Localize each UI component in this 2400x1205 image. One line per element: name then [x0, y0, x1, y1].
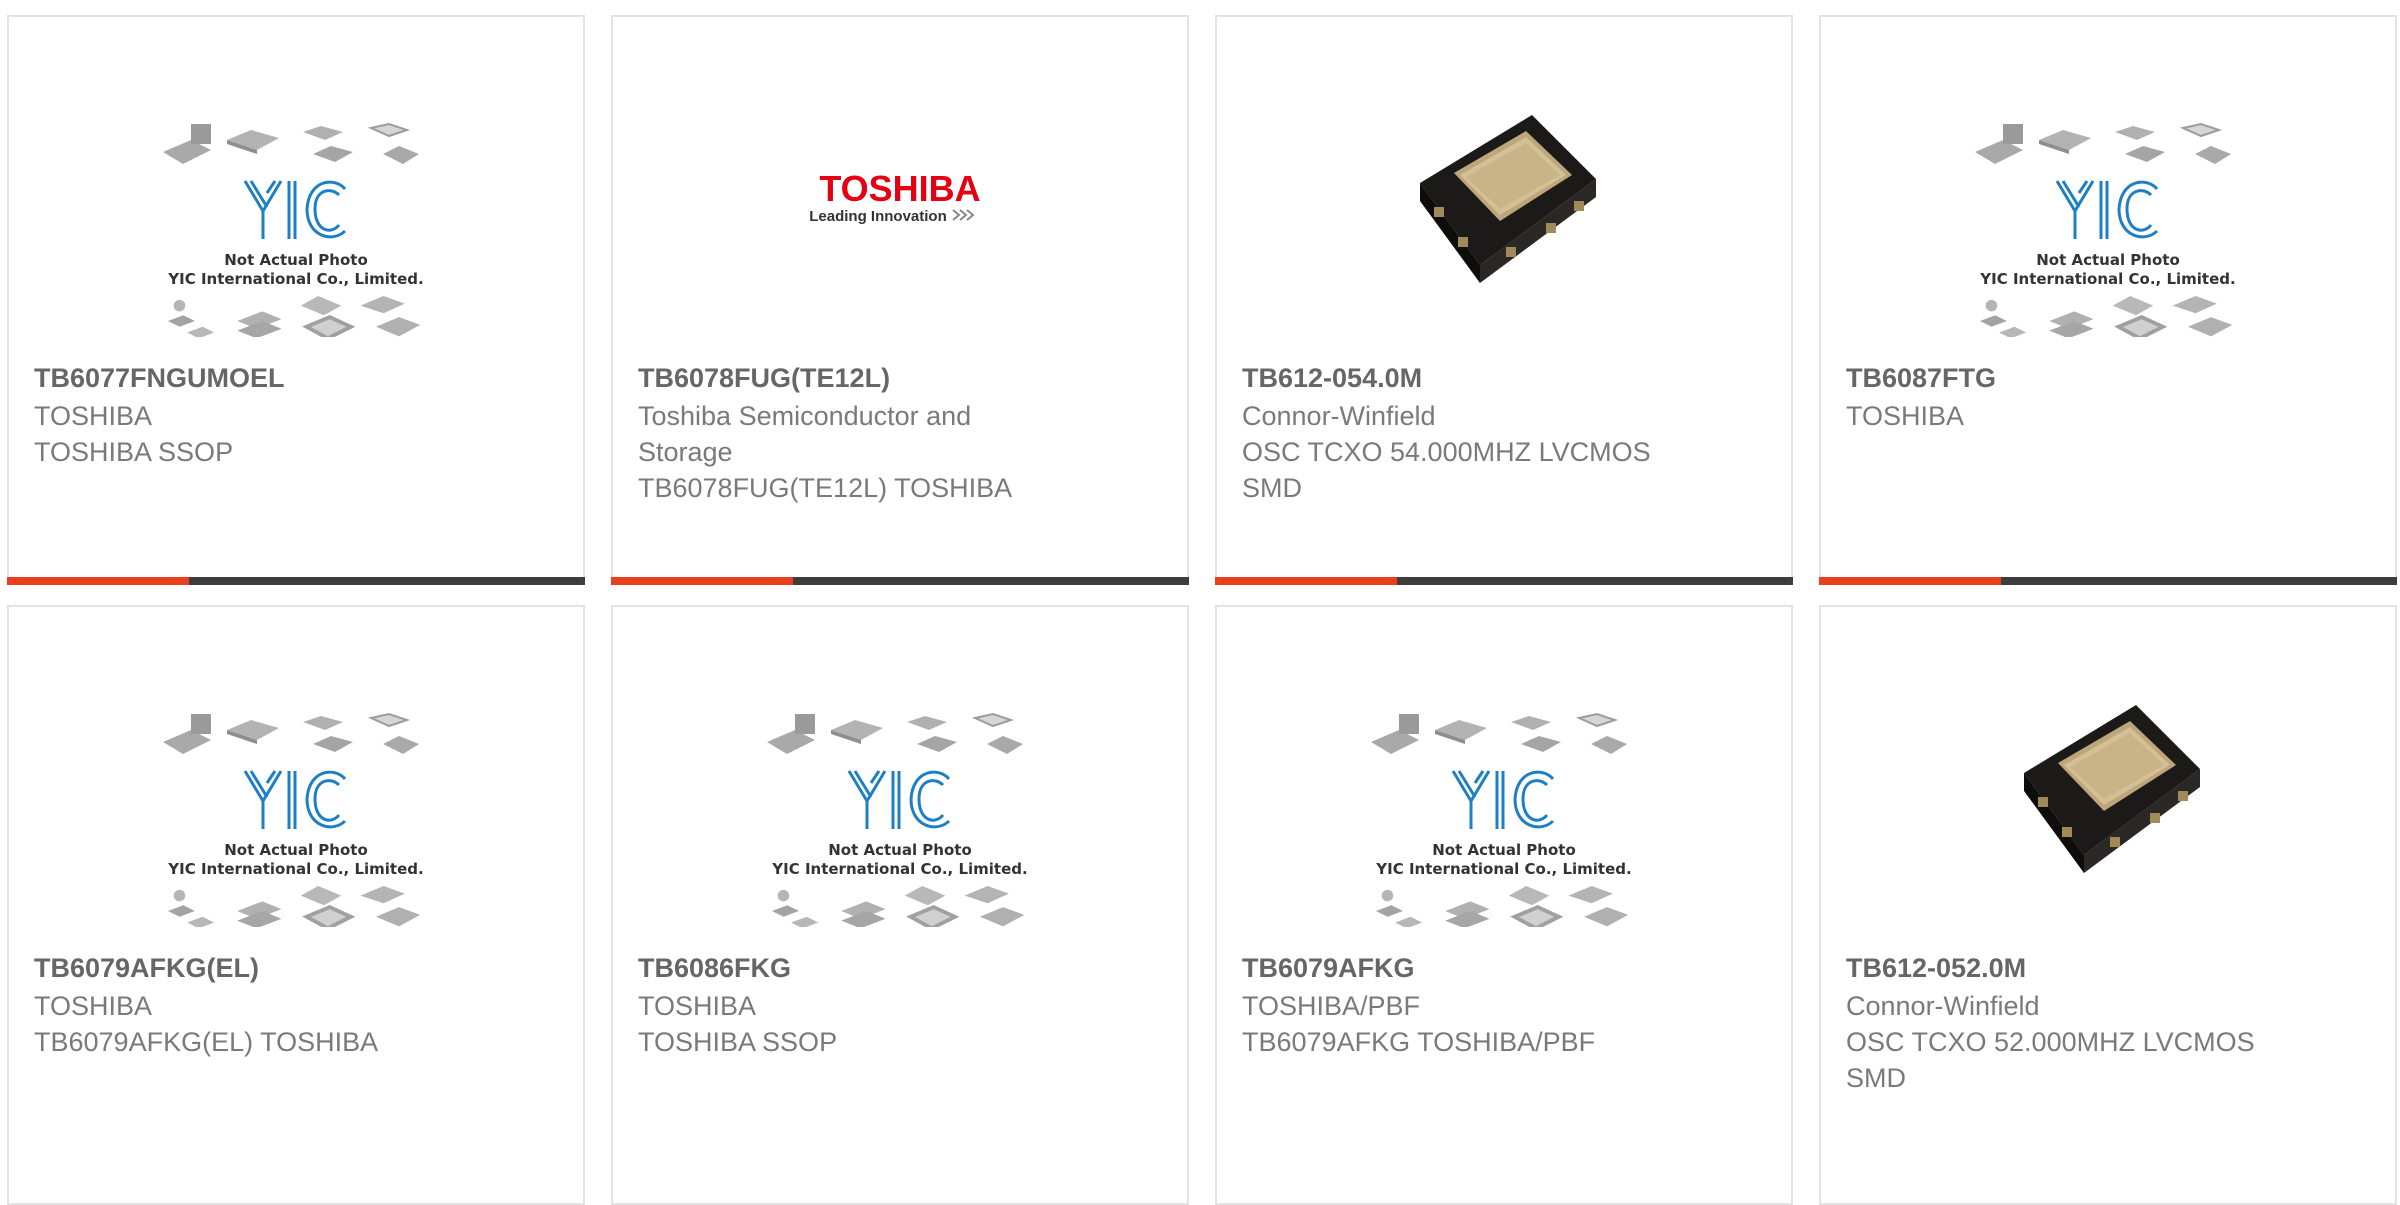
product-info: TB6079AFKG TOSHIBA/PBF TB6079AFKG TOSHIB… [1242, 950, 1771, 1060]
placeholder-line-1: Not Actual Photo [828, 841, 972, 859]
description: TOSHIBA SSOP [638, 1027, 838, 1057]
placeholder-line-2: YIC International Co., Limited. [771, 860, 1027, 878]
manufacturer: Connor-Winfield [1846, 991, 2040, 1021]
product-info: TB6077FNGUMOEL TOSHIBA TOSHIBA SSOP [34, 360, 563, 470]
product-image[interactable]: Not Actual Photo YIC International Co., … [1217, 687, 1791, 967]
placeholder-line-2: YIC International Co., Limited. [1979, 270, 2235, 288]
placeholder-line-1: Not Actual Photo [1432, 841, 1576, 859]
card-bottom-bar [1819, 577, 2397, 585]
product-image[interactable] [1821, 687, 2395, 967]
oscillator-photo [1420, 115, 1596, 283]
product-info: TB6078FUG(TE12L) Toshiba Semiconductor a… [638, 360, 1167, 506]
placeholder-line-2: YIC International Co., Limited. [167, 270, 423, 288]
manufacturer: Connor-Winfield [1242, 401, 1436, 431]
part-number-link[interactable]: TB6079AFKG(EL) [34, 950, 563, 986]
placeholder-line-2: YIC International Co., Limited. [1375, 860, 1631, 878]
product-grid: Not Actual Photo YIC International Co., … [0, 0, 2400, 1205]
product-info: TB612-054.0M Connor-Winfield OSC TCXO 54… [1242, 360, 1771, 506]
placeholder-line-2: YIC International Co., Limited. [167, 860, 423, 878]
product-info: TB6086FKG TOSHIBA TOSHIBA SSOP [638, 950, 1167, 1060]
yic-placeholder-image: Not Actual Photo YIC International Co., … [766, 713, 1028, 927]
yic-placeholder-image: Not Actual Photo YIC International Co., … [1370, 713, 1632, 927]
card-bottom-bar [7, 577, 585, 585]
card-bar-accent [611, 577, 794, 585]
toshiba-tagline: Leading Innovation [809, 208, 947, 225]
product-image[interactable]: Not Actual Photo YIC International Co., … [613, 687, 1187, 967]
manufacturer: TOSHIBA [1846, 401, 1965, 431]
part-number-link[interactable]: TB6086FKG [638, 950, 1167, 986]
part-number-link[interactable]: TB6078FUG(TE12L) [638, 360, 1167, 396]
product-card[interactable]: Not Actual Photo YIC International Co., … [7, 605, 585, 1205]
product-image[interactable]: Not Actual Photo YIC International Co., … [9, 97, 583, 377]
product-info: TB612-052.0M Connor-Winfield OSC TCXO 52… [1846, 950, 2375, 1096]
product-info: TB6079AFKG(EL) TOSHIBA TB6079AFKG(EL) TO… [34, 950, 563, 1060]
toshiba-logo-image: TOSHIBA Leading Innovation [809, 168, 980, 225]
placeholder-line-1: Not Actual Photo [224, 251, 368, 269]
toshiba-brand: TOSHIBA [819, 168, 980, 209]
product-card[interactable]: Not Actual Photo YIC International Co., … [7, 15, 585, 585]
manufacturer: TOSHIBA [638, 991, 757, 1021]
card-bottom-bar [1215, 577, 1793, 585]
oscillator-photo [2024, 705, 2200, 873]
product-info: TB6087FTG TOSHIBA [1846, 360, 2375, 434]
part-number-link[interactable]: TB612-054.0M [1242, 360, 1771, 396]
product-card[interactable]: Not Actual Photo YIC International Co., … [1215, 605, 1793, 1205]
manufacturer: Toshiba Semiconductor and Storage [638, 401, 972, 467]
description: TB6079AFKG(EL) TOSHIBA [34, 1027, 379, 1057]
product-card[interactable]: Not Actual Photo YIC International Co., … [1819, 15, 2397, 585]
placeholder-line-1: Not Actual Photo [224, 841, 368, 859]
part-number-link[interactable]: TB6087FTG [1846, 360, 2375, 396]
card-bar-accent [1215, 577, 1398, 585]
product-card[interactable]: TB612-052.0M Connor-Winfield OSC TCXO 52… [1819, 605, 2397, 1205]
manufacturer: TOSHIBA/PBF [1242, 991, 1421, 1021]
product-card[interactable]: Not Actual Photo YIC International Co., … [611, 605, 1189, 1205]
description: TB6079AFKG TOSHIBA/PBF [1242, 1027, 1596, 1057]
description: TB6078FUG(TE12L) TOSHIBA [638, 473, 1013, 503]
manufacturer: TOSHIBA [34, 401, 153, 431]
product-image[interactable]: TOSHIBA Leading Innovation [613, 97, 1187, 377]
description: OSC TCXO 52.000MHZ LVCMOS SMD [1846, 1027, 2255, 1093]
product-card[interactable]: TB612-054.0M Connor-Winfield OSC TCXO 54… [1215, 15, 1793, 585]
part-number-link[interactable]: TB6077FNGUMOEL [34, 360, 563, 396]
product-image[interactable] [1217, 97, 1791, 377]
part-number-link[interactable]: TB612-052.0M [1846, 950, 2375, 986]
description: TOSHIBA SSOP [34, 437, 234, 467]
yic-placeholder-image: Not Actual Photo YIC International Co., … [162, 713, 424, 927]
card-bar-accent [7, 577, 190, 585]
yic-placeholder-image: Not Actual Photo YIC International Co., … [1974, 123, 2236, 337]
description: OSC TCXO 54.000MHZ LVCMOS SMD [1242, 437, 1651, 503]
product-image[interactable]: Not Actual Photo YIC International Co., … [1821, 97, 2395, 377]
yic-placeholder-image: Not Actual Photo YIC International Co., … [162, 123, 424, 337]
card-bottom-bar [611, 577, 1189, 585]
card-bar-accent [1819, 577, 2002, 585]
product-image[interactable]: Not Actual Photo YIC International Co., … [9, 687, 583, 967]
manufacturer: TOSHIBA [34, 991, 153, 1021]
part-number-link[interactable]: TB6079AFKG [1242, 950, 1771, 986]
placeholder-line-1: Not Actual Photo [2036, 251, 2180, 269]
product-card[interactable]: TOSHIBA Leading Innovation TB6078FUG(TE1… [611, 15, 1189, 585]
